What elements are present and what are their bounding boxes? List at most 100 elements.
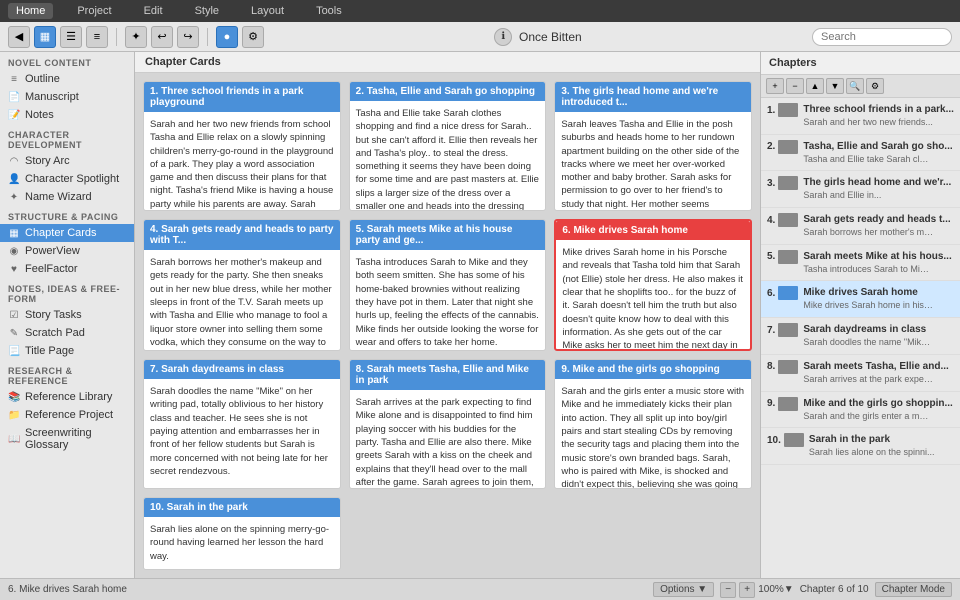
chapter-item-5[interactable]: 5.Sarah meets Mike at his hous...Tasha i… xyxy=(761,245,960,282)
chapter-minus-btn[interactable]: − xyxy=(786,78,804,94)
sidebar-label-character-spotlight: Character Spotlight xyxy=(25,173,119,185)
chapter-num-icon-7: 7. xyxy=(767,323,798,337)
zoom-level[interactable]: 100%▼ xyxy=(758,584,793,595)
chapter-num-icon-9: 9. xyxy=(767,397,798,411)
info-button[interactable]: ℹ xyxy=(494,28,512,46)
card-3[interactable]: 3. The girls head home and we're introdu… xyxy=(554,81,752,211)
tab-edit[interactable]: Edit xyxy=(136,3,171,19)
redo-btn[interactable]: ↪ xyxy=(177,26,199,48)
gear-btn[interactable]: ⚙ xyxy=(242,26,264,48)
options-button[interactable]: Options ▼ xyxy=(653,582,714,597)
card-8[interactable]: 8. Sarah meets Tasha, Ellie and Mike in … xyxy=(349,359,547,489)
sidebar-item-reference-project[interactable]: 📁 Reference Project xyxy=(0,406,134,424)
sidebar-label-manuscript: Manuscript xyxy=(25,91,79,103)
sidebar-item-title-page[interactable]: 📃 Title Page xyxy=(0,342,134,360)
sidebar-item-scratch-pad[interactable]: ✎ Scratch Pad xyxy=(0,324,134,342)
card-body-3: Sarah leaves Tasha and Ellie in the posh… xyxy=(555,112,751,211)
card-4[interactable]: 4. Sarah gets ready and heads to party w… xyxy=(143,219,341,351)
sidebar-item-reference-library[interactable]: 📚 Reference Library xyxy=(0,388,134,406)
chapter-text-1: Three school friends in a park...Sarah a… xyxy=(803,103,954,129)
chapter-item-2[interactable]: 2.Tasha, Ellie and Sarah go sho...Tasha … xyxy=(761,135,960,172)
reference-library-icon: 📚 xyxy=(8,392,20,403)
chapter-item-6[interactable]: 6.Mike drives Sarah homeMike drives Sara… xyxy=(761,281,960,318)
title-center: ℹ Once Bitten xyxy=(268,28,808,46)
story-tasks-icon: ☑ xyxy=(8,310,20,321)
tab-home[interactable]: Home xyxy=(8,3,53,19)
card-6[interactable]: 6. Mike drives Sarah homeMike drives Sar… xyxy=(554,219,752,351)
card-header-3: 3. The girls head home and we're introdu… xyxy=(555,82,751,112)
sidebar-item-feelfactor[interactable]: ♥ FeelFactor xyxy=(0,260,134,278)
sidebar-item-name-wizard[interactable]: ✦ Name Wizard xyxy=(0,188,134,206)
tab-layout[interactable]: Layout xyxy=(243,3,292,19)
tab-style[interactable]: Style xyxy=(187,3,227,19)
sidebar-label-screenwriting-glossary: Screenwriting Glossary xyxy=(25,427,126,451)
chapter-item-3[interactable]: 3.The girls head home and we'r...Sarah a… xyxy=(761,171,960,208)
sidebar-item-powerview[interactable]: ◉ PowerView xyxy=(0,242,134,260)
chapter-title-9: Mike and the girls go shoppin... xyxy=(803,397,954,410)
chapter-indicator: Chapter 6 of 10 xyxy=(800,584,869,595)
chapter-text-7: Sarah daydreams in classSarah doodles th… xyxy=(803,323,954,349)
chapter-text-5: Sarah meets Mike at his hous...Tasha int… xyxy=(803,250,954,276)
chapter-item-1[interactable]: 1. Three school friends in a park...Sarah… xyxy=(761,98,960,135)
chapter-item-9[interactable]: 9. Mike and the girls go shoppin...Sarah … xyxy=(761,392,960,429)
card-body-7: Sarah doodles the name "Mike" on her wri… xyxy=(144,379,340,484)
chapter-title-5: Sarah meets Mike at his hous... xyxy=(803,250,954,263)
chapter-item-8[interactable]: 8.Sarah meets Tasha, Ellie and...Sarah a… xyxy=(761,355,960,392)
chapter-item-7[interactable]: 7. Sarah daydreams in classSarah doodles … xyxy=(761,318,960,355)
back-button[interactable]: ◀ xyxy=(8,26,30,48)
sidebar-item-manuscript[interactable]: 📄 Manuscript xyxy=(0,88,134,106)
chapter-up-btn[interactable]: ▲ xyxy=(806,78,824,94)
card-7[interactable]: 7. Sarah daydreams in classSarah doodles… xyxy=(143,359,341,489)
chapter-num-1: 1. xyxy=(767,105,775,116)
second-toolbar: ◀ ▦ ☰ ≡ ✦ ↩ ↪ ● ⚙ ℹ Once Bitten xyxy=(0,22,960,52)
manuscript-icon: 📄 xyxy=(8,92,20,103)
chapter-title-7: Sarah daydreams in class xyxy=(803,323,954,336)
chapter-item-4[interactable]: 4.Sarah gets ready and heads t...Sarah b… xyxy=(761,208,960,245)
chapter-search-btn[interactable]: 🔍 xyxy=(846,78,864,94)
sidebar-item-character-spotlight[interactable]: 👤 Character Spotlight xyxy=(0,170,134,188)
card-5[interactable]: 5. Sarah meets Mike at his house party a… xyxy=(349,219,547,351)
card-header-7: 7. Sarah daydreams in class xyxy=(144,360,340,379)
sidebar-item-chapter-cards[interactable]: ▦ Chapter Cards xyxy=(0,224,134,242)
sidebar-item-story-arc[interactable]: ◠ Story Arc xyxy=(0,152,134,170)
chapter-item-10[interactable]: 10.Sarah in the parkSarah lies alone on … xyxy=(761,428,960,465)
card-10[interactable]: 10. Sarah in the parkSarah lies alone on… xyxy=(143,497,341,570)
sidebar-label-notes: Notes xyxy=(25,109,54,121)
circle-btn[interactable]: ● xyxy=(216,26,238,48)
chapter-title-8: Sarah meets Tasha, Ellie and... xyxy=(803,360,954,373)
chapter-num-icon-10: 10. xyxy=(767,433,804,447)
tab-project[interactable]: Project xyxy=(69,3,119,19)
view-btn-2[interactable]: ☰ xyxy=(60,26,82,48)
card-2[interactable]: 2. Tasha, Ellie and Sarah go shoppingTas… xyxy=(349,81,547,211)
notes-icon: 📝 xyxy=(8,110,20,121)
card-body-6: Mike drives Sarah home in his Porsche an… xyxy=(556,240,750,351)
chapter-num-8: 8. xyxy=(767,361,775,372)
card-body-2: Tasha and Ellie take Sarah clothes shopp… xyxy=(350,101,546,211)
chapter-mode-button[interactable]: Chapter Mode xyxy=(875,582,952,597)
chapter-num-icon-3: 3. xyxy=(767,176,798,190)
chapter-down-btn[interactable]: ▼ xyxy=(826,78,844,94)
sidebar-label-title-page: Title Page xyxy=(25,345,74,357)
sidebar-item-outline[interactable]: ≡ Outline xyxy=(0,70,134,88)
chapter-add-btn[interactable]: + xyxy=(766,78,784,94)
view-btn-1[interactable]: ▦ xyxy=(34,26,56,48)
chapter-sub-9: Sarah and the girls enter a mus... xyxy=(803,411,933,423)
sidebar-item-story-tasks[interactable]: ☑ Story Tasks xyxy=(0,306,134,324)
card-9[interactable]: 9. Mike and the girls go shoppingSarah a… xyxy=(554,359,752,489)
sidebar-item-notes[interactable]: 📝 Notes xyxy=(0,106,134,124)
chapter-text-2: Tasha, Ellie and Sarah go sho...Tasha an… xyxy=(803,140,954,166)
view-btn-3[interactable]: ≡ xyxy=(86,26,108,48)
card-header-4: 4. Sarah gets ready and heads to party w… xyxy=(144,220,340,250)
sidebar-label-scratch-pad: Scratch Pad xyxy=(25,327,85,339)
tab-tools[interactable]: Tools xyxy=(308,3,350,19)
sidebar-item-screenwriting-glossary[interactable]: 📖 Screenwriting Glossary xyxy=(0,424,134,454)
undo-btn[interactable]: ↩ xyxy=(151,26,173,48)
chapter-settings-btn[interactable]: ⚙ xyxy=(866,78,884,94)
sidebar: NOVEL CONTENT ≡ Outline 📄 Manuscript 📝 N… xyxy=(0,52,135,578)
zoom-out-btn[interactable]: − xyxy=(720,582,736,598)
zoom-in-btn[interactable]: + xyxy=(739,582,755,598)
card-1[interactable]: 1. Three school friends in a park playgr… xyxy=(143,81,341,211)
asterisk-btn[interactable]: ✦ xyxy=(125,26,147,48)
search-input[interactable] xyxy=(812,28,952,46)
separator-1 xyxy=(116,28,117,46)
